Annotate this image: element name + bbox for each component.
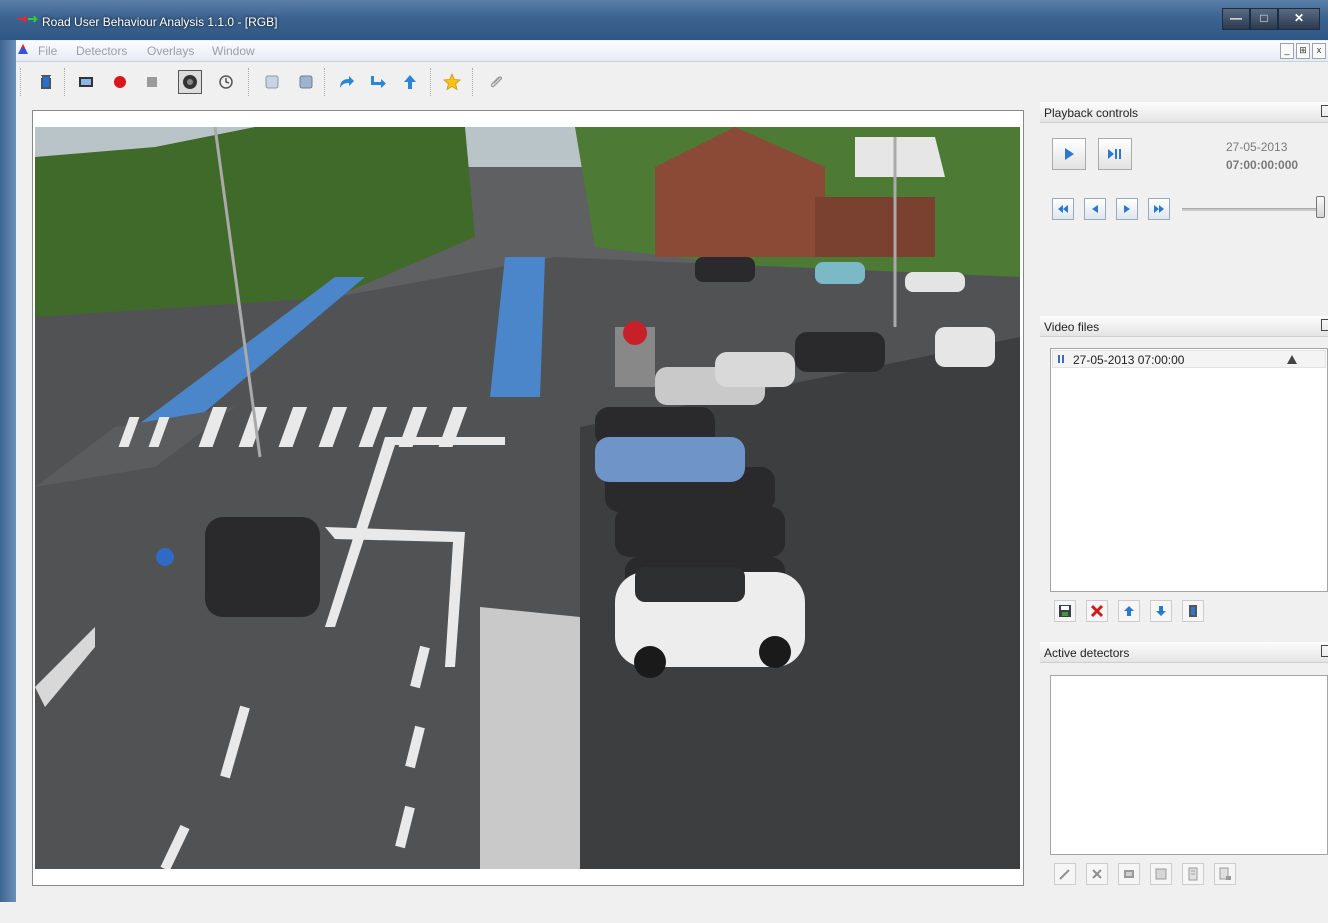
title-bar[interactable]: Road User Behaviour Analysis 1.1.0 - [RG… — [0, 0, 1328, 40]
up-arrow-icon[interactable] — [398, 70, 422, 94]
stop-icon[interactable] — [140, 70, 164, 94]
arrow-up-icon — [1124, 606, 1134, 616]
detector-export-button[interactable] — [1214, 863, 1236, 885]
dock-float-icon[interactable] — [1321, 105, 1328, 117]
mdi-minimize-button[interactable]: _ — [1280, 43, 1294, 59]
clock-icon[interactable] — [214, 70, 238, 94]
pencil-icon — [1059, 869, 1070, 880]
detector-mask-button[interactable] — [1150, 863, 1172, 885]
close-button[interactable]: ✕ — [1278, 8, 1320, 30]
dock-float-icon[interactable] — [1321, 645, 1328, 657]
overlay-icon[interactable] — [294, 70, 318, 94]
menu-detectors[interactable]: Detectors — [76, 44, 127, 58]
video-files-title: Video files — [1044, 320, 1100, 334]
redo-icon[interactable] — [334, 70, 358, 94]
save-icon — [1059, 605, 1071, 617]
toolbar-separator — [430, 68, 433, 96]
camera-icon[interactable] — [178, 70, 202, 94]
record-icon[interactable] — [108, 70, 132, 94]
play-button[interactable] — [1052, 138, 1086, 170]
frame-icon[interactable] — [74, 70, 98, 94]
active-detectors-title: Active detectors — [1044, 646, 1130, 660]
playback-time: 07:00:00:000 — [1226, 158, 1299, 172]
paperclip-icon[interactable] — [484, 70, 508, 94]
playback-slider-thumb[interactable] — [1316, 196, 1325, 218]
video-files-header[interactable]: Video files — [1040, 316, 1328, 337]
menu-window[interactable]: Window — [212, 44, 255, 58]
rewind-fast-button[interactable] — [1052, 198, 1074, 220]
fast-forward-icon — [1154, 205, 1164, 213]
detector-view-button[interactable] — [1118, 863, 1140, 885]
fast-rewind-icon — [1058, 205, 1068, 213]
video-files-list[interactable]: 27-05-2013 07:00:00 — [1050, 348, 1328, 592]
document-icon — [1188, 867, 1198, 881]
window-title: Road User Behaviour Analysis 1.1.0 - [RG… — [42, 15, 278, 29]
toolbar-separator — [324, 68, 327, 96]
maximize-button[interactable]: □ — [1250, 8, 1278, 30]
app-icon — [18, 15, 38, 23]
video-file-label: 27-05-2013 07:00:00 — [1073, 353, 1185, 367]
minimize-button[interactable]: — — [1222, 8, 1250, 30]
menu-file[interactable]: File — [38, 44, 57, 58]
export-icon — [1219, 867, 1231, 880]
detector-settings-button[interactable] — [1182, 863, 1204, 885]
app-logo-icon — [18, 44, 28, 54]
toolbar — [16, 62, 1328, 102]
toolbar-grip — [20, 68, 23, 96]
save-video-button[interactable] — [1054, 600, 1076, 622]
arrow-down-icon — [1156, 606, 1166, 616]
menu-bar: File Detectors Overlays Window _ ⊞ x — [16, 41, 1328, 62]
dock-float-icon[interactable] — [1321, 319, 1328, 331]
step-back-icon — [1092, 205, 1098, 213]
caption-buttons: — □ ✕ — [1222, 8, 1320, 30]
menu-overlays[interactable]: Overlays — [147, 44, 194, 58]
video-frame-image — [35, 127, 1020, 869]
forward-arrow-icon[interactable] — [366, 70, 390, 94]
toolbar-separator — [248, 68, 251, 96]
playback-controls-header[interactable]: Playback controls — [1040, 102, 1328, 123]
step-forward-button[interactable] — [1116, 198, 1138, 220]
star-icon[interactable] — [440, 70, 464, 94]
toolbar-separator — [64, 68, 67, 96]
mdi-close-button[interactable]: x — [1312, 43, 1326, 59]
status-bar — [0, 902, 1328, 923]
window-frame-left — [0, 40, 16, 923]
sidebar: Playback controls 27-05-2013 07:00:00:00… — [1040, 102, 1328, 902]
delete-icon — [1092, 869, 1102, 879]
playback-slider[interactable] — [1182, 208, 1322, 211]
properties-icon — [1189, 605, 1197, 617]
step-back-button[interactable] — [1084, 198, 1106, 220]
video-view[interactable] — [32, 110, 1024, 886]
mdi-controls: _ ⊞ x — [1280, 43, 1326, 59]
video-properties-button[interactable] — [1182, 600, 1204, 622]
toolbar-separator — [472, 68, 475, 96]
main-window: Road User Behaviour Analysis 1.1.0 - [RG… — [0, 0, 1328, 923]
rgb-triangle-icon — [1287, 355, 1297, 364]
mask-icon[interactable] — [260, 70, 284, 94]
remove-video-button[interactable] — [1086, 600, 1108, 622]
step-button[interactable] — [1098, 138, 1132, 170]
pause-icon — [1058, 355, 1064, 363]
active-detectors-header[interactable]: Active detectors — [1040, 642, 1328, 663]
list-item[interactable]: 27-05-2013 07:00:00 — [1052, 350, 1326, 368]
delete-icon — [1090, 604, 1104, 618]
mdi-restore-button[interactable]: ⊞ — [1296, 43, 1310, 59]
playback-controls-title: Playback controls — [1044, 106, 1139, 120]
active-detectors-list[interactable] — [1050, 675, 1328, 855]
step-icon — [1108, 149, 1121, 159]
view-icon — [1124, 870, 1134, 878]
play-icon — [1065, 148, 1074, 160]
open-video-icon[interactable] — [34, 70, 58, 94]
move-down-button[interactable] — [1150, 600, 1172, 622]
move-up-button[interactable] — [1118, 600, 1140, 622]
delete-detector-button[interactable] — [1086, 863, 1108, 885]
step-forward-icon — [1124, 205, 1130, 213]
edit-detector-button[interactable] — [1054, 863, 1076, 885]
forward-fast-button[interactable] — [1148, 198, 1170, 220]
mask-icon — [1155, 868, 1167, 880]
playback-date: 27-05-2013 — [1226, 140, 1288, 154]
